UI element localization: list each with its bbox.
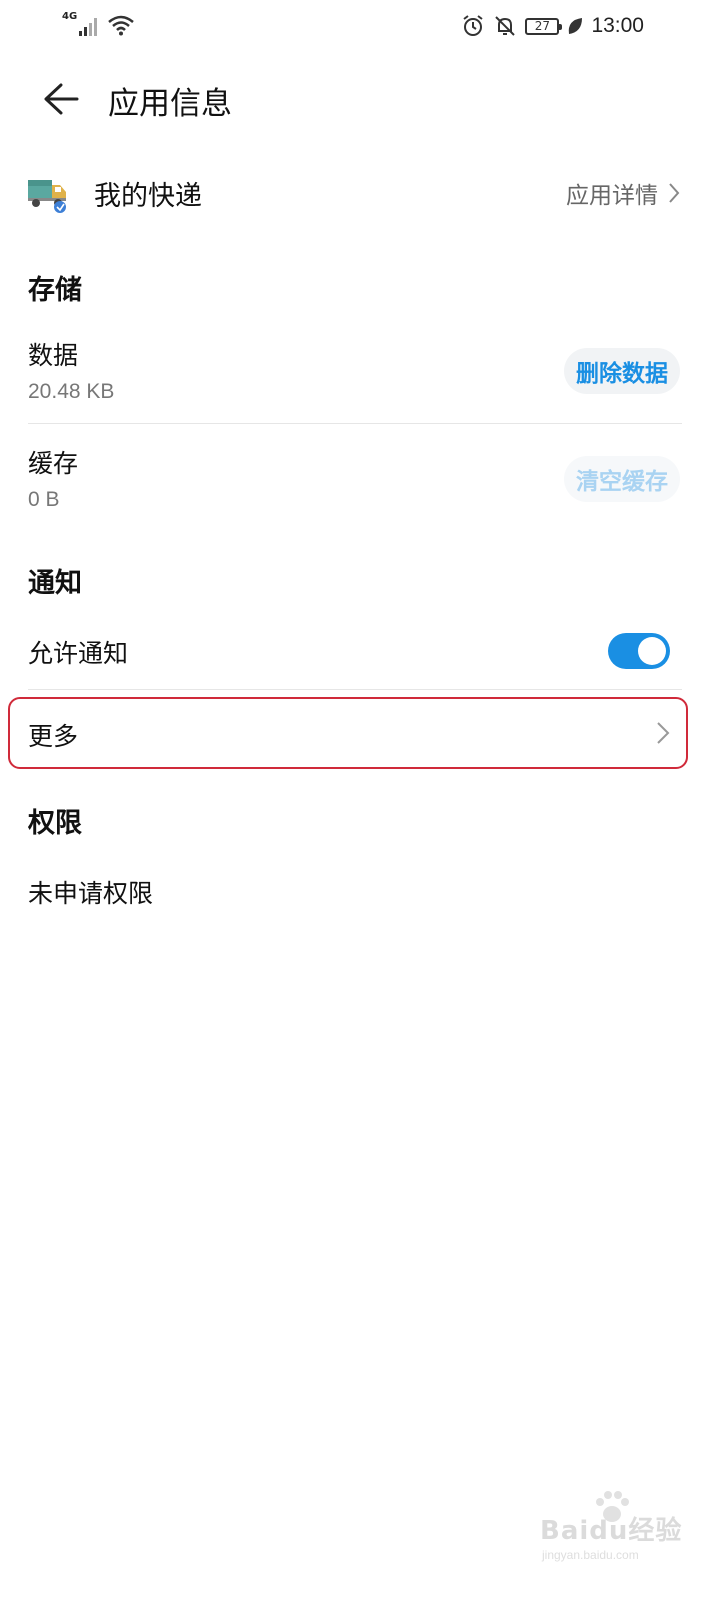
delivery-truck-icon — [28, 180, 66, 213]
leaf-icon — [569, 18, 583, 34]
section-storage-title: 存储 — [28, 275, 82, 306]
cache-label: 缓存 — [28, 449, 79, 478]
app-detail-link[interactable]: 应用详情 — [566, 176, 680, 210]
allow-notifications-toggle[interactable] — [608, 633, 670, 669]
section-notifications-title: 通知 — [28, 568, 82, 599]
signal-icon — [79, 16, 98, 36]
chevron-right-icon — [657, 722, 670, 744]
more-notifications-row[interactable]: 更多 — [8, 697, 688, 769]
page-title: 应用信息 — [108, 86, 232, 122]
network-type: 4G — [62, 11, 78, 22]
data-size: 20.48 KB — [28, 380, 115, 403]
delete-data-button[interactable]: 删除数据 — [564, 348, 680, 394]
mute-notification-icon — [495, 16, 516, 36]
allow-notifications-label: 允许通知 — [28, 639, 129, 668]
data-label: 数据 — [28, 341, 79, 370]
alarm-icon — [463, 15, 484, 36]
battery-icon: 27 — [525, 17, 563, 35]
status-right: 27 13:00 — [461, 12, 644, 40]
back-button[interactable] — [34, 74, 88, 124]
wifi-icon — [108, 15, 134, 36]
arrow-left-icon — [44, 83, 79, 115]
chevron-right-icon — [669, 183, 680, 203]
divider — [28, 689, 682, 690]
clear-cache-button[interactable]: 清空缓存 — [564, 456, 680, 502]
divider — [28, 423, 682, 424]
status-bar: 4G 27 13:00 — [0, 0, 720, 56]
battery-level: 27 — [534, 18, 551, 33]
section-permissions-title: 权限 — [28, 808, 82, 839]
status-time: 13:00 — [591, 14, 644, 37]
more-label: 更多 — [28, 722, 79, 751]
cache-size: 0 B — [28, 488, 60, 511]
app-name: 我的快递 — [94, 181, 202, 212]
permissions-status: 未申请权限 — [28, 879, 154, 908]
app-detail-label: 应用详情 — [566, 183, 658, 209]
status-left: 4G — [62, 12, 135, 36]
toggle-knob — [638, 637, 666, 665]
watermark-text: Baidu经验 — [540, 1516, 683, 1546]
watermark-sub: jingyan.baidu.com — [542, 1548, 639, 1562]
baidu-watermark: Baidu经验 jingyan.baidu.com — [540, 1490, 700, 1570]
